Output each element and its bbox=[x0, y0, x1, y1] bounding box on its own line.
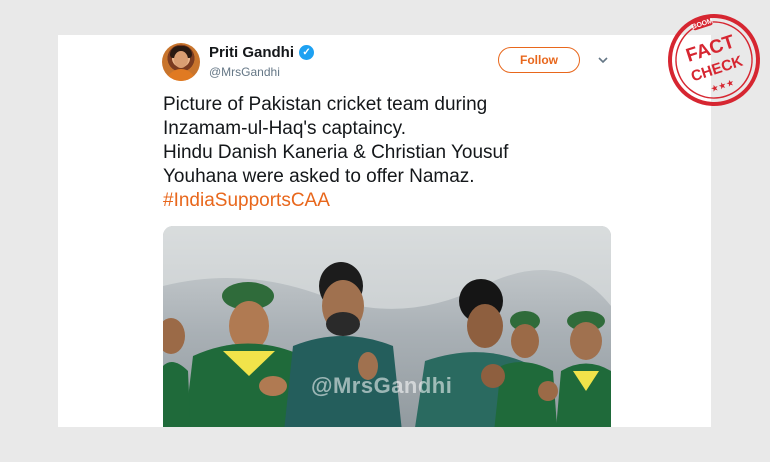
tweet-photo[interactable]: @MrsGandhi bbox=[163, 226, 611, 427]
photo-watermark: @MrsGandhi bbox=[311, 373, 453, 398]
tweet-text-line: Hindu Danish Kaneria & Christian Yousuf bbox=[163, 142, 509, 163]
tweet-card: Priti Gandhi ✓ @MrsGandhi Follow Picture… bbox=[58, 35, 711, 427]
verified-badge-icon: ✓ bbox=[299, 45, 315, 60]
follow-button[interactable]: Follow bbox=[498, 47, 580, 73]
author-handle[interactable]: @MrsGandhi bbox=[209, 65, 280, 79]
fact-check-stamp: BOOM FACT CHECK ★★★ bbox=[668, 14, 760, 106]
hashtag-link[interactable]: #IndiaSupportsCAA bbox=[163, 189, 633, 213]
avatar[interactable] bbox=[162, 43, 200, 81]
author-display-name[interactable]: Priti Gandhi bbox=[209, 44, 294, 61]
tweet-text-line: Picture of Pakistan cricket team during bbox=[163, 94, 488, 115]
stamp-stars: ★★★ bbox=[710, 78, 736, 95]
tweet-text-line: Inzamam-ul-Haq's captaincy. bbox=[163, 118, 406, 139]
tweet-text: Picture of Pakistan cricket team during … bbox=[163, 93, 633, 213]
author-row: Priti Gandhi ✓ bbox=[209, 44, 315, 61]
chevron-down-icon[interactable] bbox=[598, 55, 608, 65]
tweet-text-line: Youhana were asked to offer Namaz. bbox=[163, 166, 475, 187]
